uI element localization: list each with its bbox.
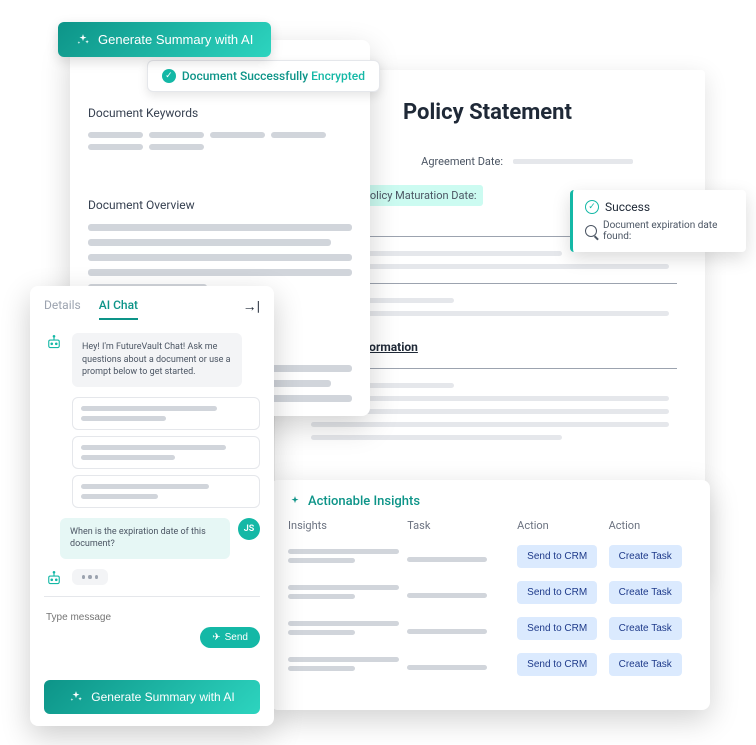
typing-indicator	[72, 569, 108, 585]
toast-text: Document Successfully Encrypted	[182, 69, 365, 83]
tab-details[interactable]: Details	[44, 298, 81, 320]
bot-typing-row	[44, 569, 260, 588]
policy-title: Policy Statement	[403, 100, 677, 125]
create-task-button[interactable]: Create Task	[609, 545, 682, 568]
bot-message-row: Hey! I'm FutureVault Chat! Ask me questi…	[44, 333, 260, 387]
keywords-placeholder	[88, 132, 352, 150]
generate-summary-button-top[interactable]: Generate Summary with AI	[58, 22, 271, 57]
col-action-2: Action	[609, 519, 692, 532]
send-label: Send	[225, 632, 248, 643]
col-insights: Insights	[288, 519, 399, 532]
bot-avatar-icon	[44, 569, 64, 588]
send-to-crm-button[interactable]: Send to CRM	[517, 617, 597, 640]
create-task-button[interactable]: Create Task	[609, 581, 682, 604]
search-icon	[585, 225, 597, 237]
chat-input-area: ✈ Send	[44, 596, 260, 648]
sparkle-icon	[69, 690, 83, 704]
ai-chat-panel: Details AI Chat →| Hey! I'm FutureVault …	[30, 286, 274, 726]
col-action-1: Action	[517, 519, 600, 532]
generate-summary-label: Generate Summary with AI	[91, 690, 234, 704]
prompt-card[interactable]	[72, 397, 260, 430]
section-keywords-title: Document Keywords	[88, 106, 352, 120]
sparkle-icon	[288, 495, 302, 509]
send-button[interactable]: ✈ Send	[200, 627, 260, 648]
create-task-button[interactable]: Create Task	[609, 617, 682, 640]
maturation-date-field: Policy Maturation Date:	[357, 185, 483, 206]
insights-panel-title: Actionable Insights	[288, 494, 692, 509]
overview-placeholder	[88, 224, 352, 291]
send-to-crm-button[interactable]: Send to CRM	[517, 545, 597, 568]
send-to-crm-button[interactable]: Send to CRM	[517, 653, 597, 676]
tab-ai-chat[interactable]: AI Chat	[99, 298, 138, 320]
chat-input[interactable]	[44, 608, 260, 627]
check-icon: ✓	[162, 69, 176, 83]
actionable-insights-panel: Actionable Insights Insights Task Action…	[270, 480, 710, 710]
encryption-toast: ✓ Document Successfully Encrypted	[147, 60, 380, 92]
generate-summary-label: Generate Summary with AI	[98, 32, 253, 47]
send-icon: ✈	[212, 632, 220, 643]
user-message-row: When is the expiration date of this docu…	[44, 518, 260, 559]
bot-intro-bubble: Hey! I'm FutureVault Chat! Ask me questi…	[72, 333, 242, 387]
create-task-button[interactable]: Create Task	[609, 653, 682, 676]
send-to-crm-button[interactable]: Send to CRM	[517, 581, 597, 604]
insight-row: Send to CRM Create Task	[288, 652, 692, 676]
insight-row: Send to CRM Create Task	[288, 580, 692, 604]
sparkle-icon	[76, 33, 90, 47]
prompt-card[interactable]	[72, 475, 260, 508]
insights-column-headers: Insights Task Action Action	[288, 519, 692, 532]
user-message-bubble: When is the expiration date of this docu…	[60, 518, 230, 559]
generate-summary-button-bottom[interactable]: Generate Summary with AI	[44, 680, 260, 714]
check-icon: ✓	[585, 200, 599, 214]
expand-icon[interactable]: →|	[243, 298, 260, 315]
prompt-suggestions	[72, 397, 260, 508]
user-avatar: JS	[238, 518, 260, 540]
col-task: Task	[407, 519, 509, 532]
chat-tabs: Details AI Chat →|	[44, 298, 260, 321]
chat-body: Hey! I'm FutureVault Chat! Ask me questi…	[44, 321, 260, 588]
section-overview-title: Document Overview	[88, 198, 352, 212]
prompt-card[interactable]	[72, 436, 260, 469]
success-header: ✓ Success	[585, 200, 734, 214]
insight-row: Send to CRM Create Task	[288, 616, 692, 640]
insights-rows: Send to CRM Create Task Send to CRM Create …	[288, 544, 692, 676]
insight-row: Send to CRM Create Task	[288, 544, 692, 568]
success-detail: Document expiration date found:	[585, 220, 734, 242]
success-callout: ✓ Success Document expiration date found…	[570, 190, 746, 252]
bot-avatar-icon	[44, 333, 64, 353]
